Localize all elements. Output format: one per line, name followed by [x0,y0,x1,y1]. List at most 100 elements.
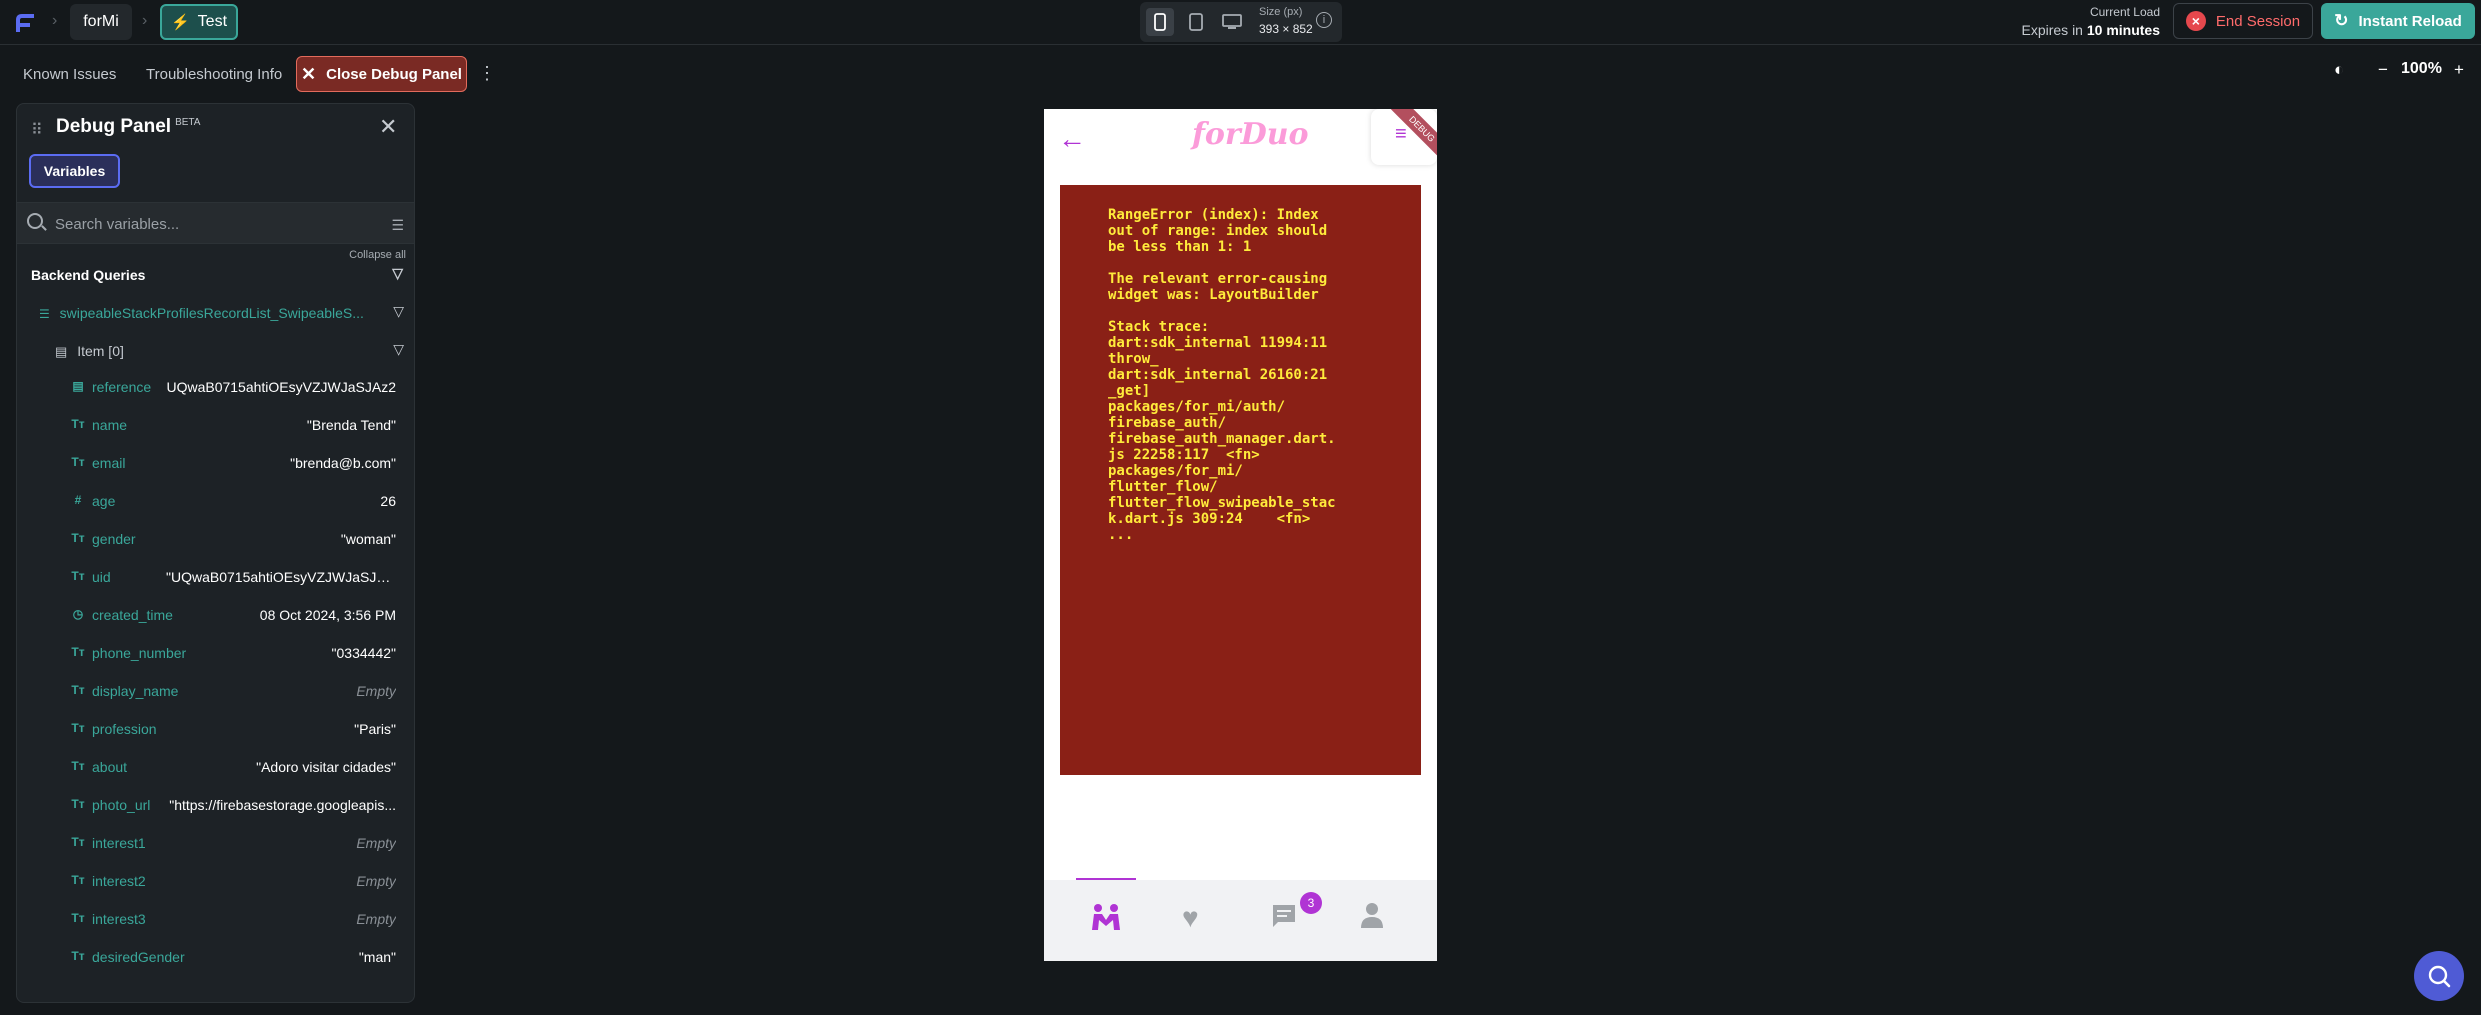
variable-row[interactable]: Tт display_name Empty [17,671,414,709]
zoom-level: 100% [2401,60,2442,77]
variable-row[interactable]: Tт interest3 Empty [17,899,414,937]
info-icon[interactable]: i [1316,12,1332,28]
variable-row[interactable]: Tт uid "UQwaB0715ahtiOEsyVZJWJaSJAz2" [17,557,414,595]
tablet-device-icon[interactable] [1182,8,1210,36]
variable-row[interactable]: Tт email "brenda@b.com" [17,443,414,481]
backend-queries-header[interactable]: Backend Queries ▽ [31,265,403,283]
test-mode-button[interactable]: ⚡ Test [160,4,238,40]
more-options-icon[interactable]: ⋮ [478,64,496,82]
number-type-icon: # [74,493,82,507]
search-icon [27,213,43,229]
document-icon: ▤ [55,344,68,359]
text-type-icon: Tт [71,835,85,849]
variable-row[interactable]: ◷ created_time 08 Oct 2024, 3:56 PM [17,595,414,633]
text-type-icon: Tт [71,455,85,469]
variable-value: Empty [356,873,396,889]
known-issues-tab[interactable]: Known Issues [23,57,116,91]
zoom-out-icon[interactable]: − [2378,60,2388,80]
flutterflow-logo-icon[interactable] [8,6,42,40]
text-type-icon: Tт [71,759,85,773]
variable-value: UQwaB0715ahtiOEsyVZJWJaSJAz2 [166,379,396,395]
beta-badge: BETA [175,116,201,128]
text-type-icon: Tт [71,721,85,735]
instant-reload-button[interactable]: ↻ Instant Reload [2321,3,2475,39]
variable-key: created_time [92,607,173,623]
search-input[interactable] [55,209,375,239]
variable-row[interactable]: Tт interest2 Empty [17,861,414,899]
item-node[interactable]: ▤ Item [0] ▽ [55,341,404,360]
chevron-down-icon: ▽ [392,265,403,281]
variable-row[interactable]: Tт desiredGender "man" [17,937,414,975]
clock-type-icon: ◷ [72,607,84,621]
variable-value: 26 [380,493,396,509]
variable-value: Empty [356,835,396,851]
chat-nav-icon[interactable] [1270,902,1298,937]
drag-handle-icon[interactable]: ⠿ [31,120,43,140]
text-type-icon: Tт [71,949,85,963]
zoom-in-icon[interactable]: + [2454,60,2464,80]
variable-key: phone_number [92,645,187,661]
variable-key: interest1 [92,835,146,851]
breadcrumb-separator-icon: › [142,12,148,29]
heart-nav-icon[interactable]: ♥ [1182,902,1199,934]
couple-nav-icon[interactable] [1088,902,1124,939]
app-logo: forDuo [1192,117,1309,152]
variable-key: about [92,759,128,775]
variable-value: "woman" [340,531,396,547]
desktop-device-icon[interactable] [1218,8,1246,36]
variable-row[interactable]: Tт photo_url "https://firebasestorage.goog… [17,785,414,823]
end-session-button[interactable]: × End Session [2173,3,2313,39]
filter-icon[interactable]: ☰ [391,217,404,234]
close-circle-icon: × [2185,11,2206,31]
text-type-icon: Tт [71,683,85,697]
project-name-button[interactable]: forMi [70,4,132,40]
debug-panel: ⠿ Debug PanelBETA ✕ Variables ☰ Collapse… [16,103,415,1003]
troubleshooting-info-tab[interactable]: Troubleshooting Info [146,57,282,91]
variable-row[interactable]: Tт profession "Paris" [17,709,414,747]
lightning-icon: ⚡ [170,14,190,31]
variable-key: uid [92,569,111,585]
variable-row[interactable]: # age 26 [17,481,414,519]
variable-value: 08 Oct 2024, 3:56 PM [259,607,396,623]
variable-value: "https://firebasestorage.googleapis... [169,797,396,813]
variable-value: Empty [356,911,396,927]
variable-value: "UQwaB0715ahtiOEsyVZJWJaSJAz2" [166,569,396,585]
variable-value: "Brenda Tend" [306,417,396,433]
variable-row[interactable]: Tт phone_number "0334442" [17,633,414,671]
variable-row[interactable]: Tт about "Adoro visitar cidades" [17,747,414,785]
profile-nav-icon[interactable] [1360,902,1384,935]
db-ref-icon: ▤ [72,379,84,393]
phone-device-icon[interactable] [1146,8,1174,36]
text-type-icon: Tт [71,531,85,545]
close-panel-icon[interactable]: ✕ [379,114,397,140]
variable-key: desiredGender [92,949,185,965]
bottom-nav: ♥ 3 [1044,880,1437,961]
variable-row[interactable]: Tт interest1 Empty [17,823,414,861]
breadcrumb-separator-icon: › [52,12,58,29]
collapse-all-button[interactable]: Collapse all [349,249,406,261]
variables-tab[interactable]: Variables [29,154,120,188]
variable-row[interactable]: ▤ reference UQwaB0715ahtiOEsyVZJWJaSJAz2 [17,367,414,405]
variable-search: ☰ [17,202,414,244]
chevron-down-icon: ▽ [393,303,404,319]
variable-row[interactable]: Tт gender "woman" [17,519,414,557]
error-message: RangeError (index): Index out of range: … [1108,207,1336,543]
close-icon: ✕ [301,63,317,84]
close-debug-panel-button[interactable]: ✕ Close Debug Panel [296,56,467,92]
chevron-down-icon: ▽ [393,341,404,357]
variable-value: "Adoro visitar cidades" [256,759,396,775]
support-chat-button[interactable] [2414,951,2464,1001]
text-type-icon: Tт [71,797,85,811]
variable-key: profession [92,721,157,737]
dark-mode-toggle-icon[interactable]: ◐ [2334,60,2344,80]
query-node[interactable]: ☰ swipeableStackProfilesRecordList_Swipe… [39,303,404,321]
variable-key: name [92,417,128,433]
debug-toolbar: Known Issues Troubleshooting Info ✕ Clos… [0,46,2481,102]
variable-key: age [92,493,116,509]
back-arrow-icon[interactable]: ← [1058,123,1086,155]
variable-value: "brenda@b.com" [290,455,396,471]
variable-row[interactable]: Tт name "Brenda Tend" [17,405,414,443]
variable-value: Empty [356,683,396,699]
text-type-icon: Tт [71,873,85,887]
text-type-icon: Tт [71,911,85,925]
